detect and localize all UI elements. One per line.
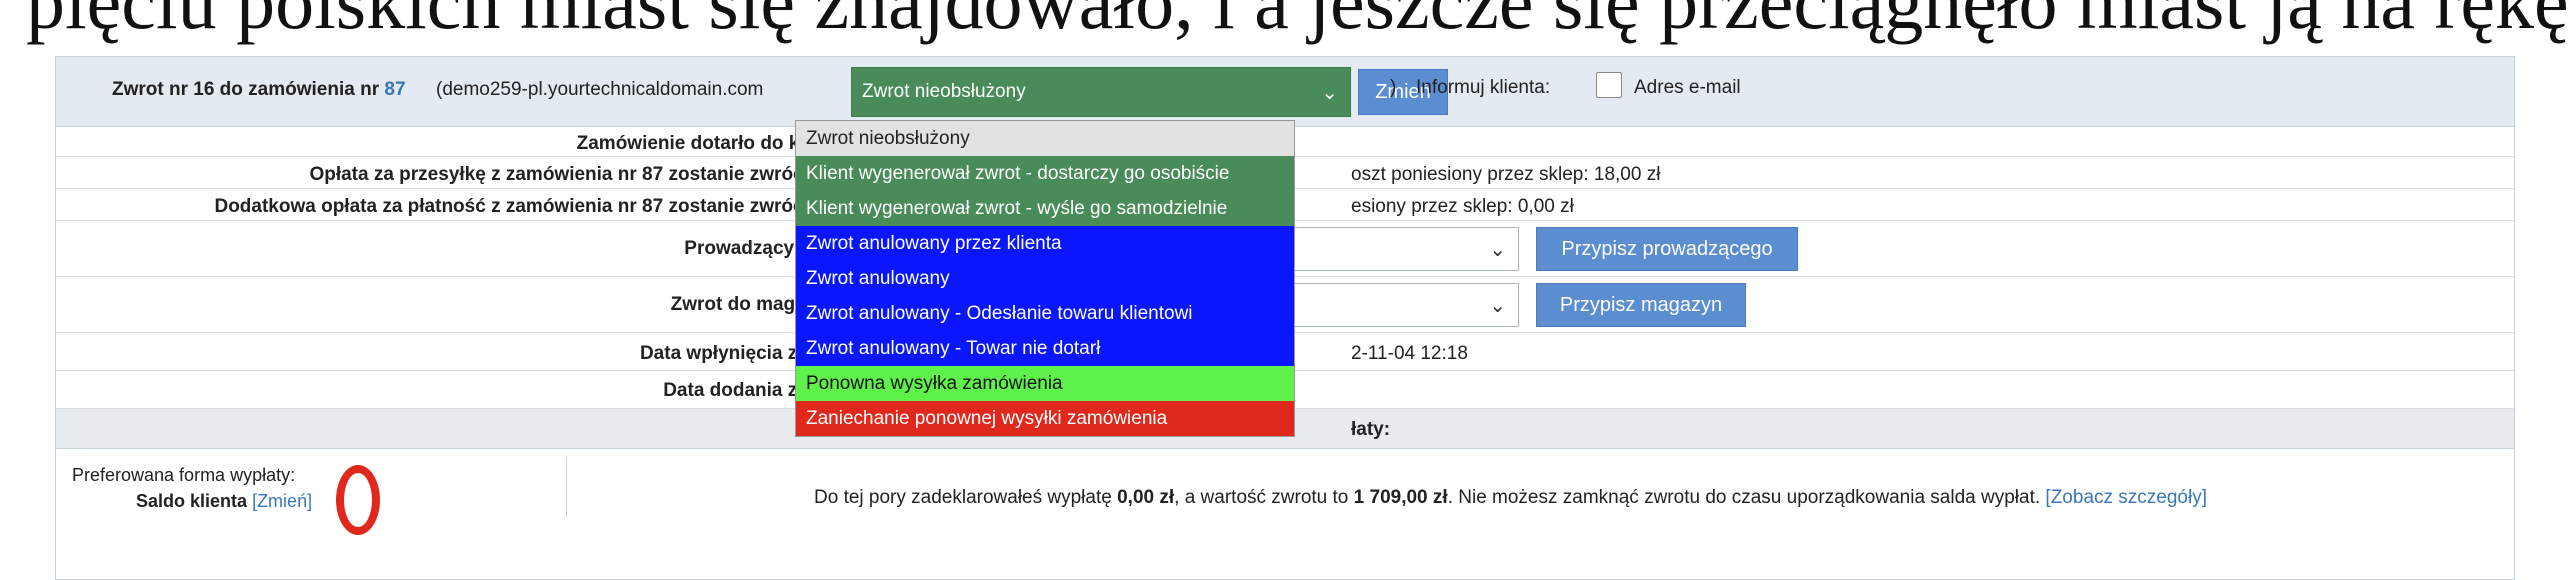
payout-preference-cell: Preferowana forma wypłaty: Saldo klienta… — [66, 457, 567, 535]
client-balance-label: Saldo klienta [Zmień] — [136, 491, 312, 512]
balance-change-link[interactable]: [Zmień] — [252, 491, 312, 511]
declared-payout-amount: 0,00 zł — [1117, 487, 1175, 508]
status-option[interactable]: Zwrot anulowany - Odesłanie towaru klien… — [796, 296, 1294, 331]
row-payment-refund-label: Dodatkowa opłata za płatność z zamówieni… — [214, 196, 849, 217]
payouts-section-title: łaty: — [1351, 419, 1391, 440]
chevron-down-icon: ⌄ — [1321, 82, 1338, 104]
cut-off-heading-text: pięciu polskich miast się znajdowało, i … — [26, 0, 2576, 45]
status-option[interactable]: Zaniechanie ponownej wysyłki zamówienia — [796, 401, 1294, 436]
status-option[interactable]: Klient wygenerował zwrot - wyśle go samo… — [796, 191, 1294, 226]
chevron-down-icon: ⌄ — [1489, 239, 1506, 261]
status-option[interactable]: Zwrot nieobsłużony — [796, 121, 1294, 156]
payout-msg-suffix: . Nie możesz zamknąć zwrotu do czasu upo… — [1447, 487, 2046, 508]
status-option[interactable]: Zwrot anulowany przez klienta — [796, 226, 1294, 261]
zero-balance-icon — [336, 465, 380, 535]
status-option[interactable]: Klient wygenerował zwrot - dostarczy go … — [796, 156, 1294, 191]
payout-msg-prefix: Do tej pory zadeklarowałeś wypłatę — [814, 487, 1118, 508]
closing-paren: ) — [1390, 77, 1397, 98]
assign-handler-button[interactable]: Przypisz prowadzącego — [1536, 227, 1798, 271]
assign-warehouse-button[interactable]: Przypisz magazyn — [1536, 283, 1746, 327]
status-option[interactable]: Ponowna wysyłka zamówienia — [796, 366, 1294, 401]
see-details-link[interactable]: [Zobacz szczegóły] — [2045, 487, 2207, 508]
return-title: Zwrot nr 16 do zamówienia nr 87 — [112, 79, 406, 101]
return-title-label: Zwrot nr 16 do zamówienia nr — [112, 79, 385, 100]
domain-text: (demo259-pl.yourtechnicaldomain.com — [436, 79, 764, 100]
inform-client-label: Informuj klienta: — [1416, 77, 1551, 98]
payout-message: Do tej pory zadeklarowałeś wypłatę 0,00 … — [814, 487, 2207, 509]
email-checkbox-label: Adres e-mail — [1634, 77, 1741, 98]
preferred-payout-label: Preferowana forma wypłaty: — [72, 465, 296, 485]
return-header: Zwrot nr 16 do zamówienia nr 87 (demo259… — [56, 57, 2514, 127]
status-option[interactable]: Zwrot anulowany — [796, 261, 1294, 296]
row-shipping-refund-value: oszt poniesiony przez sklep: 18,00 zł — [1351, 164, 1661, 185]
status-dropdown-list: Zwrot nieobsłużony Klient wygenerował zw… — [795, 120, 1295, 437]
row-payment-refund-value: esiony przez sklep: 0,00 zł — [1351, 196, 1574, 217]
order-number-link[interactable]: 87 — [384, 79, 405, 100]
email-checkbox[interactable] — [1596, 72, 1622, 98]
row-shipping-refund-label: Opłata za przesyłkę z zamówienia nr 87 z… — [309, 164, 849, 185]
refund-value-amount: 1 709,00 zł — [1353, 487, 1448, 508]
payout-msg-mid: , a wartość zwrotu to — [1174, 487, 1354, 508]
row-received-date-value: 2-11-04 12:18 — [1351, 343, 1468, 364]
status-select[interactable]: Zwrot nieobsłużony ⌄ — [851, 67, 1351, 117]
status-select-value: Zwrot nieobsłużony — [862, 81, 1026, 102]
status-option[interactable]: Zwrot anulowany - Towar nie dotarł — [796, 331, 1294, 366]
chevron-down-icon: ⌄ — [1489, 295, 1506, 317]
client-balance-text: Saldo klienta — [136, 491, 248, 511]
